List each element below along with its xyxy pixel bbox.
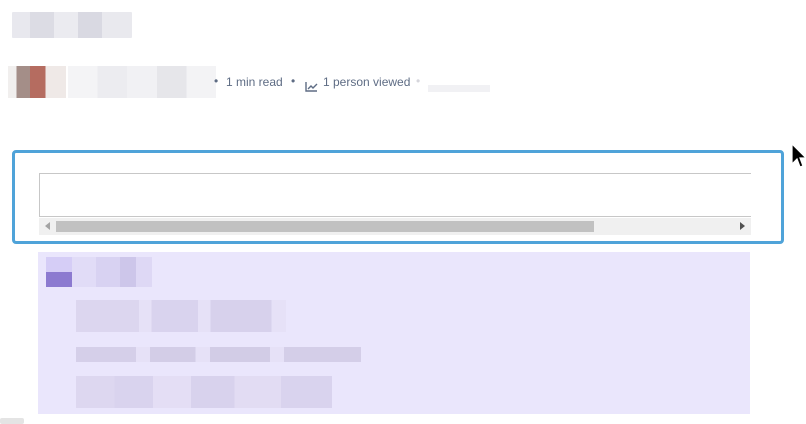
chart-trend-icon bbox=[305, 82, 318, 92]
separator-dot: • bbox=[214, 74, 219, 88]
code-block[interactable] bbox=[39, 173, 751, 217]
scrollbar-thumb[interactable] bbox=[56, 221, 594, 232]
corner-fragment bbox=[0, 418, 24, 424]
panel-line-redacted bbox=[76, 347, 361, 362]
avatar[interactable] bbox=[8, 66, 66, 98]
separator-dot: • bbox=[291, 74, 296, 88]
panel-heading-redacted bbox=[72, 257, 152, 287]
panel-line-redacted bbox=[76, 376, 332, 408]
panel-icon-redacted bbox=[46, 257, 72, 287]
author-name-redacted[interactable] bbox=[68, 66, 216, 98]
page-title-redacted bbox=[12, 12, 132, 38]
horizontal-scrollbar[interactable] bbox=[39, 218, 751, 235]
scroll-right-arrow-icon[interactable] bbox=[740, 222, 745, 230]
info-panel bbox=[38, 252, 750, 414]
view-count[interactable]: 1 person viewed bbox=[323, 75, 410, 89]
panel-line-redacted bbox=[76, 300, 286, 332]
mouse-pointer-icon bbox=[791, 143, 806, 168]
separator-dot: • bbox=[416, 74, 421, 88]
byline: • 1 min read • 1 person viewed • bbox=[8, 66, 508, 100]
meta-redacted bbox=[428, 85, 490, 92]
read-time: 1 min read bbox=[226, 75, 283, 89]
code-block-frame[interactable] bbox=[12, 150, 784, 244]
scroll-left-arrow-icon[interactable] bbox=[45, 222, 50, 230]
